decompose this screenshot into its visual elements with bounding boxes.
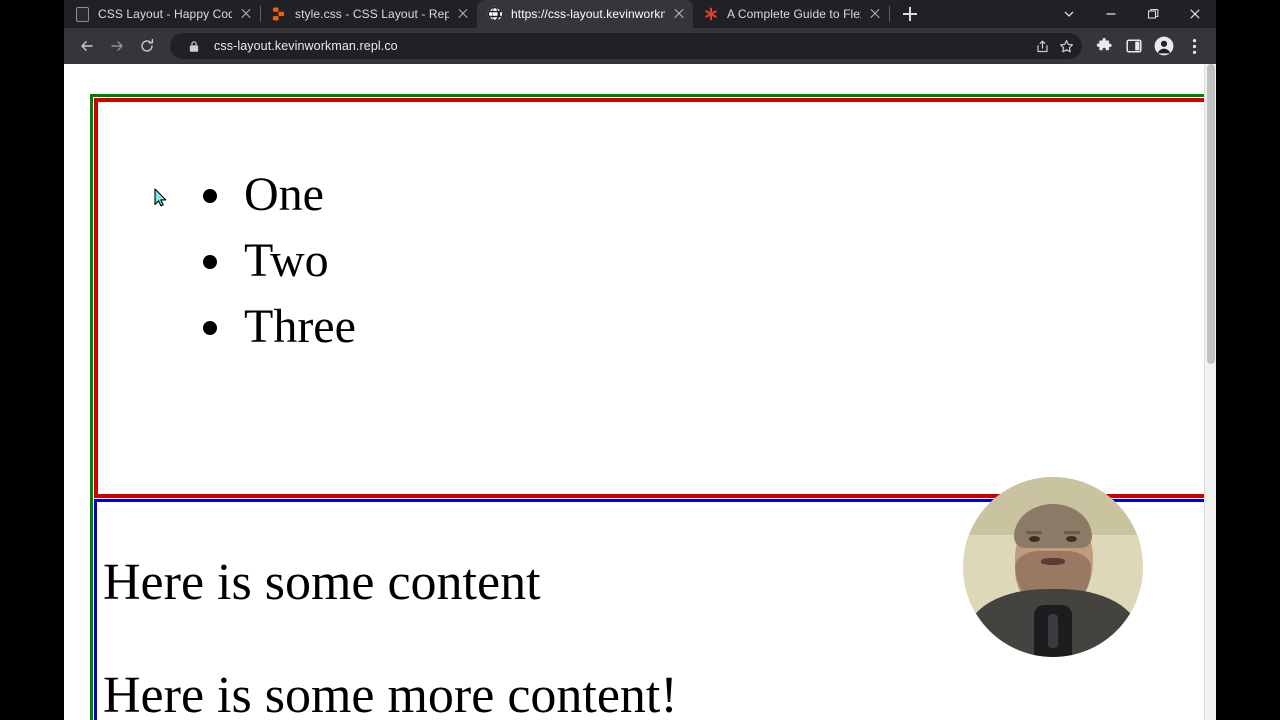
webcam-microphone-grill — [1048, 613, 1058, 648]
maximize-icon[interactable] — [1132, 0, 1174, 28]
minimize-icon[interactable] — [1090, 0, 1132, 28]
puzzle-piece-icon[interactable] — [1090, 32, 1118, 60]
browser-tab-title-1: style.css - CSS Layout - Replit — [295, 7, 449, 21]
side-panel-icon[interactable] — [1120, 32, 1148, 60]
close-icon[interactable] — [671, 6, 687, 22]
reload-icon[interactable] — [132, 31, 162, 61]
close-icon[interactable] — [1174, 0, 1216, 28]
browser-tab-2[interactable]: https://css-layout.kevinworkman — [477, 0, 693, 28]
globe-icon — [487, 6, 503, 22]
share-icon[interactable] — [1030, 34, 1054, 58]
star-icon[interactable] — [1054, 34, 1078, 58]
three-dot-menu-icon[interactable] — [1180, 32, 1208, 60]
browser-toolbar: css-layout.kevinworkman.repl.co — [64, 28, 1216, 64]
browser-tab-title-2: https://css-layout.kevinworkman — [511, 7, 665, 21]
browser-tab-1[interactable]: style.css - CSS Layout - Replit — [261, 0, 477, 28]
screen: CSS Layout - Happy Coding style.css - CS… — [0, 0, 1280, 720]
new-tab-button[interactable] — [896, 0, 924, 28]
browser-tab-title-3: A Complete Guide to Flexbox | C — [727, 7, 861, 21]
address-bar-url: css-layout.kevinworkman.repl.co — [214, 39, 398, 53]
css-tricks-icon — [703, 6, 719, 22]
list-item[interactable]: One — [238, 162, 1216, 228]
list-item[interactable]: Two — [238, 228, 1216, 294]
lock-icon[interactable] — [182, 34, 206, 58]
list-item[interactable]: Three — [238, 294, 1216, 360]
content-paragraph: Here is some more content! — [103, 667, 678, 720]
chevron-down-icon[interactable] — [1048, 0, 1090, 28]
back-arrow-icon[interactable] — [72, 31, 102, 61]
browser-tab-0[interactable]: CSS Layout - Happy Coding — [64, 0, 260, 28]
nav-red-box: One Two Three — [94, 98, 1216, 498]
nav-list: One Two Three — [98, 102, 1216, 361]
close-icon[interactable] — [455, 6, 471, 22]
close-icon[interactable] — [867, 6, 883, 22]
blank-page-icon — [74, 6, 90, 22]
close-icon[interactable] — [238, 6, 254, 22]
webcam-eyebrow-left — [1026, 531, 1042, 534]
webcam-eyebrow-right — [1064, 531, 1080, 534]
address-bar[interactable]: css-layout.kevinworkman.repl.co — [170, 33, 1082, 59]
tab-strip: CSS Layout - Happy Coding style.css - CS… — [64, 0, 1216, 28]
replit-icon — [271, 6, 287, 22]
webcam-mouth — [1041, 558, 1065, 565]
tab-divider — [889, 6, 890, 22]
window-controls — [1048, 0, 1216, 28]
page-scrollbar[interactable] — [1204, 64, 1216, 720]
forward-arrow-icon[interactable] — [102, 31, 132, 61]
scrollbar-thumb[interactable] — [1207, 64, 1215, 364]
profile-avatar-icon[interactable] — [1150, 32, 1178, 60]
browser-tab-title-0: CSS Layout - Happy Coding — [98, 7, 232, 21]
browser-tab-3[interactable]: A Complete Guide to Flexbox | C — [693, 0, 889, 28]
presenter-webcam — [963, 477, 1143, 657]
